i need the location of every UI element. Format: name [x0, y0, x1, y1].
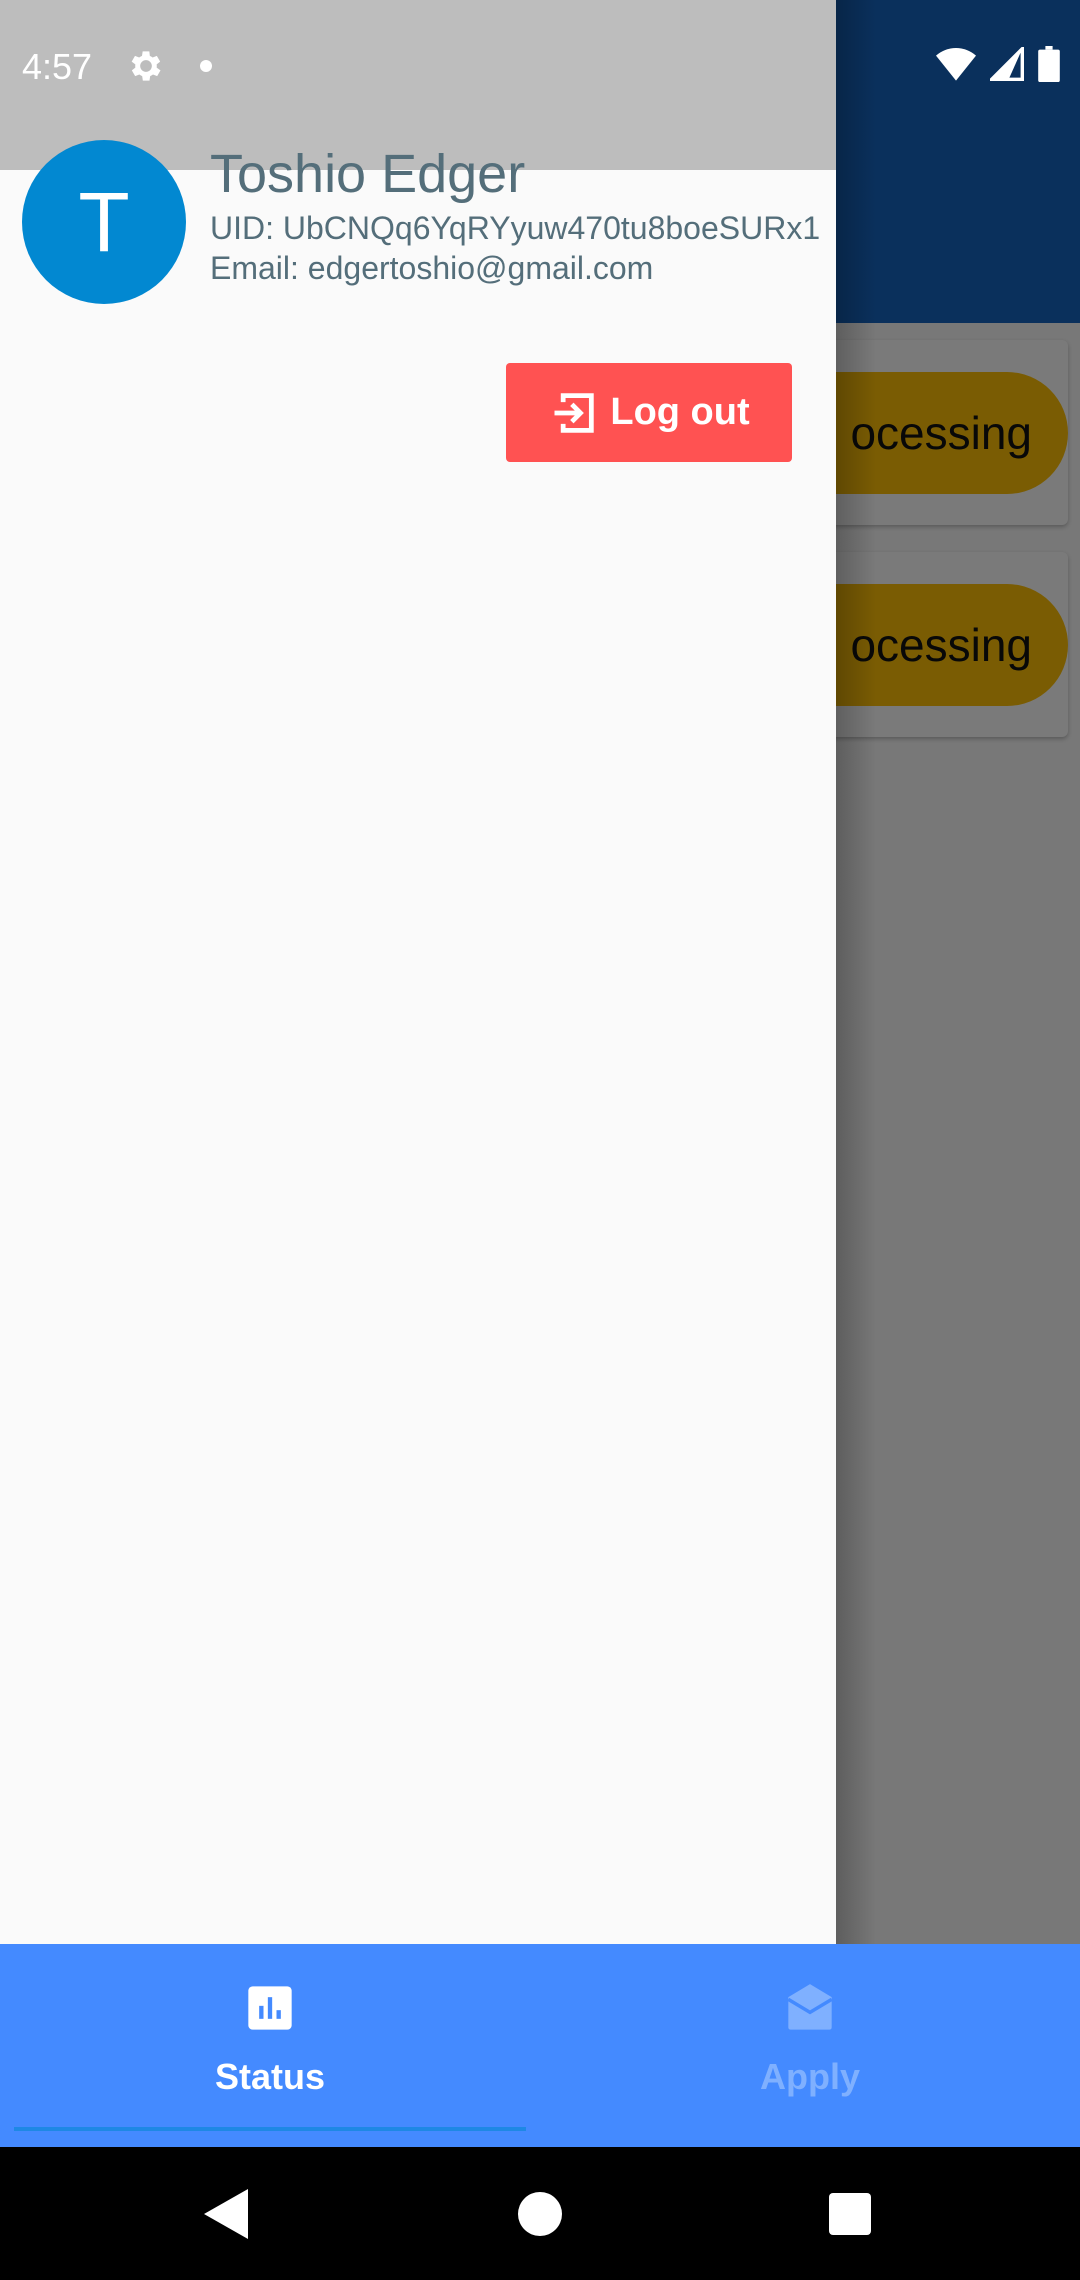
back-icon [204, 2188, 248, 2239]
home-icon [518, 2191, 562, 2236]
drawer-shadow [836, 0, 876, 1944]
user-uid: UID: UbCNQq6YqRYyuw470tu8boeSURx1 [210, 210, 821, 246]
user-name: Toshio Edger [210, 144, 526, 204]
bar-chart-icon [248, 1986, 292, 2030]
tab-indicator [14, 2127, 526, 2131]
system-navigation-bar [0, 2147, 1080, 2280]
user-email: Email: edgertoshio@gmail.com [210, 250, 654, 286]
avatar-letter: T [78, 174, 130, 269]
tab-apply[interactable]: Apply [540, 1944, 1080, 2147]
bottom-navigation: Status Apply [0, 1944, 1080, 2147]
logout-label: Log out [610, 391, 750, 433]
status-icons [936, 46, 1060, 82]
home-button[interactable] [480, 2147, 600, 2280]
gear-icon [131, 51, 161, 81]
logout-button[interactable]: Log out [506, 363, 792, 462]
recents-button[interactable] [790, 2147, 910, 2280]
mail-open-icon [787, 1984, 833, 2030]
tab-apply-label: Apply [759, 2056, 860, 2097]
logout-icon [554, 392, 595, 433]
recents-icon [829, 2192, 871, 2235]
tab-status[interactable]: Status [0, 1944, 540, 2147]
status-time: 4:57 [22, 46, 93, 87]
wifi-icon [936, 48, 976, 81]
back-button[interactable] [166, 2147, 286, 2280]
avatar: T [22, 140, 186, 304]
notification-dot [200, 60, 212, 72]
battery-icon [1038, 46, 1060, 82]
status-bar: 4:57 [0, 0, 1080, 170]
signal-icon [990, 47, 1024, 81]
tab-status-label: Status [214, 2056, 326, 2097]
